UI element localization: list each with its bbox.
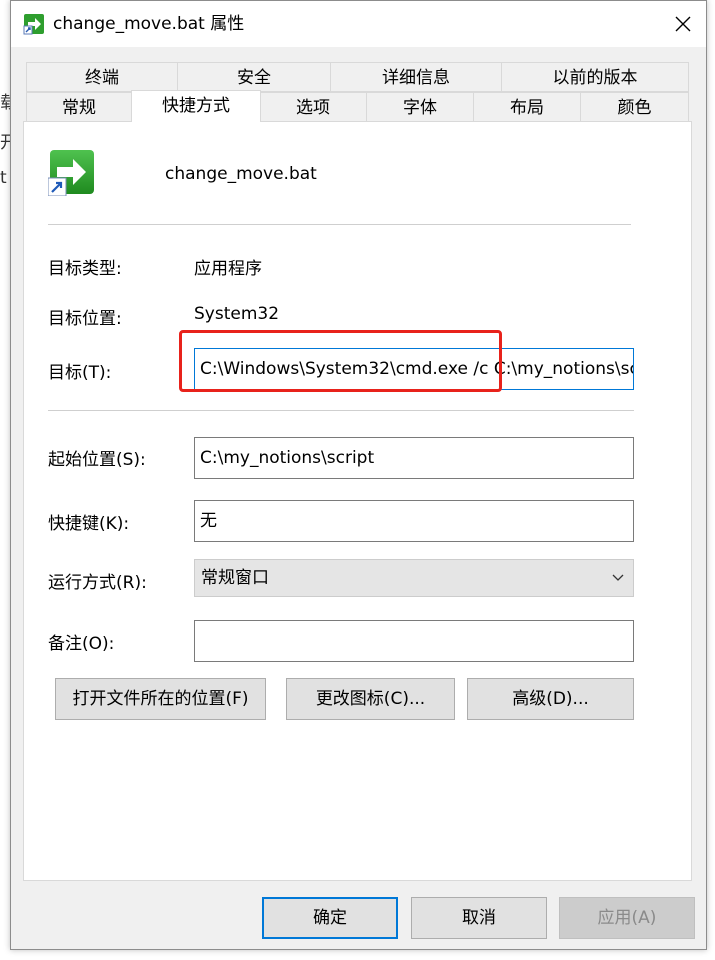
run-select[interactable]: 常规窗口 [194,559,634,597]
advanced-button[interactable]: 高级(D)... [467,678,634,720]
cancel-button[interactable]: 取消 [411,897,547,939]
chevron-down-icon [612,574,624,581]
tab-general[interactable]: 常规 [26,92,132,122]
tab-details[interactable]: 详细信息 [330,62,502,92]
target-field[interactable]: C:\Windows\System32\cmd.exe /c C:\my_not… [194,348,634,390]
start-in-label: 起始位置(S): [48,450,146,470]
comment-label: 备注(O): [48,634,115,654]
target-label: 目标(T): [48,363,112,383]
close-icon [675,16,691,32]
window-title: change_move.bat 属性 [53,14,245,34]
target-location-value: System32 [194,304,280,324]
title-bar[interactable]: change_move.bat 属性 [11,1,706,47]
shortcut-file-icon [48,150,94,196]
shortcut-panel: change_move.bat 目标类型: 应用程序 目标位置: System3… [23,121,692,881]
shortcut-key-field[interactable]: 无 [194,500,634,542]
close-button[interactable] [660,1,706,47]
divider [48,410,634,411]
file-name: change_move.bat [165,164,317,184]
tab-colors[interactable]: 颜色 [580,92,689,122]
divider [48,224,631,225]
run-select-value: 常规窗口 [201,568,269,588]
tab-security[interactable]: 安全 [177,62,331,92]
comment-field[interactable] [194,620,634,662]
tab-previous-versions[interactable]: 以前的版本 [501,62,689,92]
apply-button[interactable]: 应用(A) [559,897,695,939]
target-location-label: 目标位置: [48,309,122,329]
tab-font[interactable]: 字体 [366,92,474,122]
target-type-label: 目标类型: [48,259,122,279]
shortcut-key-label: 快捷键(K): [48,514,130,534]
tab-terminal[interactable]: 终端 [26,62,178,92]
tab-shortcut[interactable]: 快捷方式 [131,90,261,122]
target-type-value: 应用程序 [194,259,262,279]
ok-button[interactable]: 确定 [262,897,398,939]
open-file-location-button[interactable]: 打开文件所在的位置(F) [55,678,266,720]
start-in-field[interactable]: C:\my_notions\script [194,437,634,479]
properties-dialog: change_move.bat 属性 终端 安全 详细信息 以前的版本 常规 选… [10,0,707,950]
run-label: 运行方式(R): [48,573,147,593]
shortcut-file-icon [23,14,44,35]
tab-layout[interactable]: 布局 [473,92,581,122]
change-icon-button[interactable]: 更改图标(C)... [286,678,455,720]
tab-options[interactable]: 选项 [259,92,367,122]
